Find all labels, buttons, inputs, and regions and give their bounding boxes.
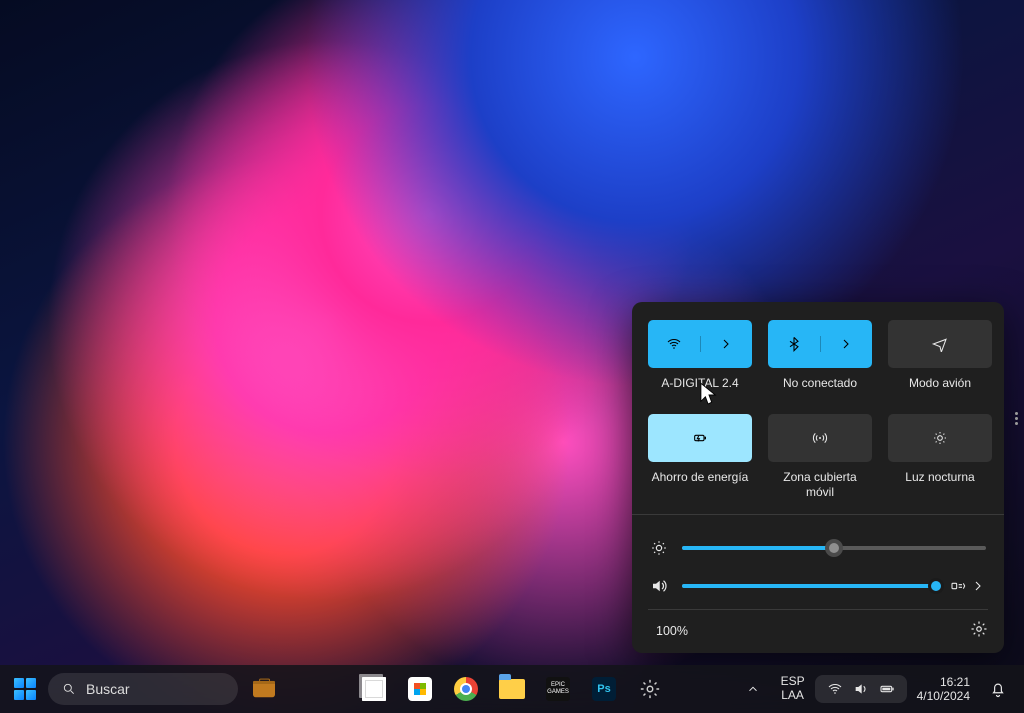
battery-icon <box>879 681 895 697</box>
mobile-hotspot-tile[interactable] <box>768 414 872 462</box>
bluetooth-label: No conectado <box>783 376 857 404</box>
settings-button[interactable] <box>970 620 988 641</box>
taskbar: Buscar EPIC GAMES Ps ESP LAA 16:21 4/10/… <box>0 665 1024 713</box>
start-button[interactable] <box>8 672 42 706</box>
airplane-mode-label: Modo avión <box>909 376 971 404</box>
chrome-icon <box>454 677 478 701</box>
epic-games-icon: EPIC GAMES <box>546 677 570 701</box>
brightness-row <box>648 529 988 567</box>
more-tiles-indicator[interactable] <box>1015 412 1018 425</box>
battery-saver-icon <box>692 430 708 446</box>
wifi-toggle[interactable] <box>648 336 701 352</box>
flyout-divider <box>632 514 1004 515</box>
task-view-icon <box>362 677 386 701</box>
wifi-expand[interactable] <box>701 336 753 352</box>
briefcase-icon <box>253 681 275 698</box>
bell-icon <box>989 680 1007 698</box>
gear-icon <box>970 620 988 638</box>
volume-icon <box>650 577 668 595</box>
volume-slider[interactable] <box>682 584 936 588</box>
language-switcher[interactable]: ESP LAA <box>781 675 805 703</box>
briefcase-app[interactable] <box>244 671 280 707</box>
gear-icon <box>639 678 661 700</box>
bluetooth-icon <box>786 336 802 352</box>
photoshop-icon: Ps <box>592 677 616 701</box>
search-placeholder: Buscar <box>86 681 130 697</box>
mobile-hotspot-label: Zona cubierta móvil <box>768 470 872 500</box>
file-explorer-button[interactable] <box>494 671 530 707</box>
clock-time: 16:21 <box>917 675 970 689</box>
airplane-mode-tile[interactable] <box>888 320 992 368</box>
night-light-label: Luz nocturna <box>905 470 974 498</box>
audio-output-icon <box>950 578 966 594</box>
chevron-right-icon <box>838 336 854 352</box>
bluetooth-tile[interactable] <box>768 320 872 368</box>
language-line2: LAA <box>781 689 805 703</box>
notifications-button[interactable] <box>980 671 1016 707</box>
windows-logo-icon <box>14 678 36 700</box>
microsoft-store-button[interactable] <box>402 671 438 707</box>
battery-percent: 100% <box>656 624 688 638</box>
brightness-slider[interactable] <box>682 546 986 550</box>
wifi-icon <box>666 336 682 352</box>
battery-saver-label: Ahorro de energía <box>652 470 749 498</box>
chevron-up-icon <box>746 682 760 696</box>
volume-row <box>648 567 988 605</box>
airplane-icon <box>932 336 948 352</box>
brightness-icon <box>650 539 668 557</box>
chevron-right-icon <box>718 336 734 352</box>
battery-status[interactable]: 100% <box>648 624 688 638</box>
bluetooth-toggle[interactable] <box>768 336 821 352</box>
wifi-tile[interactable] <box>648 320 752 368</box>
night-light-icon <box>932 430 948 446</box>
task-view-button[interactable] <box>356 671 392 707</box>
wifi-icon <box>827 681 843 697</box>
system-tray-quick-settings[interactable] <box>815 675 907 703</box>
volume-icon <box>853 681 869 697</box>
wifi-label: A-DIGITAL 2.4 <box>661 376 738 404</box>
taskbar-clock[interactable]: 16:21 4/10/2024 <box>917 675 970 704</box>
bluetooth-expand[interactable] <box>821 336 873 352</box>
hotspot-icon <box>812 430 828 446</box>
quick-settings-flyout: A-DIGITAL 2.4 No conectado Modo avión <box>632 302 1004 653</box>
tray-overflow-button[interactable] <box>735 671 771 707</box>
audio-output-button[interactable] <box>950 578 986 594</box>
battery-saver-tile[interactable] <box>648 414 752 462</box>
quick-settings-tiles: A-DIGITAL 2.4 No conectado Modo avión <box>648 320 988 500</box>
epic-games-button[interactable]: EPIC GAMES <box>540 671 576 707</box>
settings-app-button[interactable] <box>632 671 668 707</box>
search-icon <box>62 682 76 696</box>
folder-icon <box>499 679 525 699</box>
language-line1: ESP <box>781 675 805 689</box>
store-icon <box>408 677 432 701</box>
night-light-tile[interactable] <box>888 414 992 462</box>
chevron-right-icon <box>970 578 986 594</box>
chrome-button[interactable] <box>448 671 484 707</box>
clock-date: 4/10/2024 <box>917 689 970 703</box>
taskbar-search[interactable]: Buscar <box>48 673 238 705</box>
photoshop-button[interactable]: Ps <box>586 671 622 707</box>
